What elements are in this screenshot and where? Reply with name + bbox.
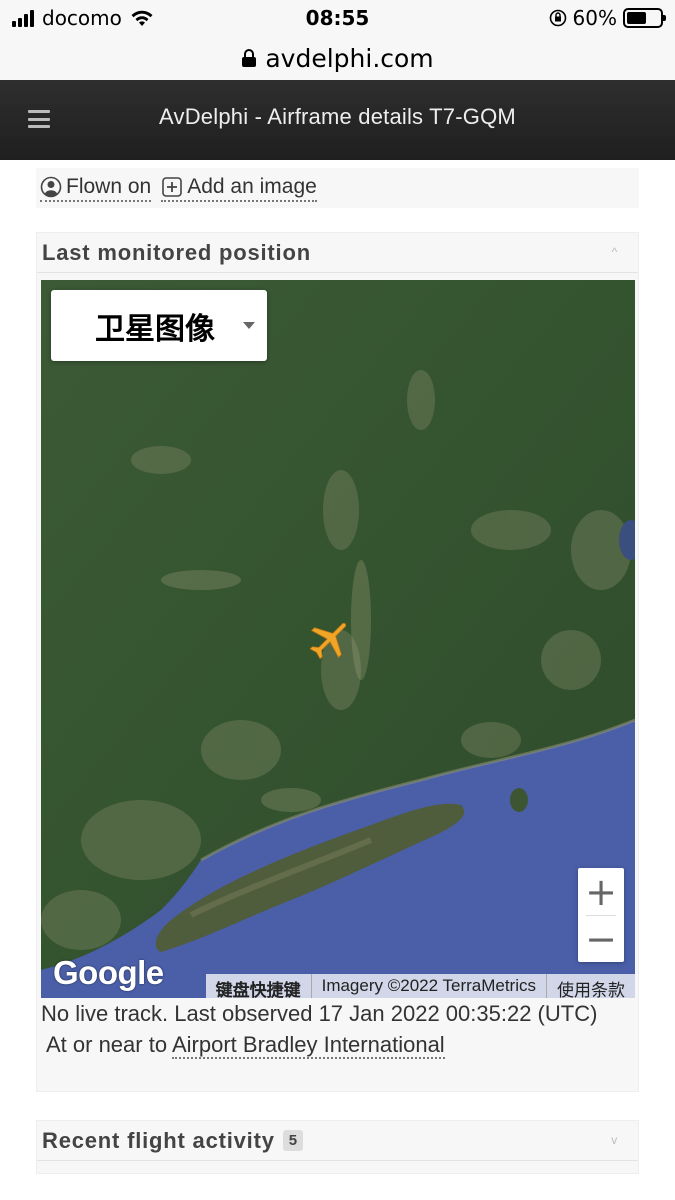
near-airport-line: At or near to Airport Bradley Internatio… — [41, 1029, 635, 1060]
activity-count-badge: 5 — [282, 1130, 304, 1151]
page-title: AvDelphi - Airframe details T7-GQM — [159, 104, 516, 129]
lock-icon — [242, 49, 257, 67]
map-type-label: 卫星图像 — [95, 311, 215, 347]
expand-caret-icon: v — [611, 1133, 618, 1147]
site-header: AvDelphi - Airframe details T7-GQM — [0, 80, 675, 160]
flown-on-link[interactable]: Flown on — [40, 174, 152, 202]
imagery-credit: Imagery ©2022 TerraMetrics — [310, 974, 546, 998]
add-image-link[interactable]: Add an image — [161, 175, 317, 202]
zoom-in-button[interactable]: + — [578, 868, 624, 915]
near-prefix: At or near to — [46, 1032, 168, 1057]
map-attribution: 键盘快捷键 Imagery ©2022 TerraMetrics 使用条款 — [205, 974, 635, 998]
battery-percent: 60% — [572, 6, 617, 30]
person-icon — [40, 176, 62, 197]
position-panel-title: Last monitored position — [42, 239, 311, 265]
add-image-label: Add an image — [187, 174, 317, 198]
address-bar[interactable]: avdelphi.com — [0, 36, 675, 80]
satellite-map[interactable]: 卫星图像 + − Google 键盘快捷键 Imagery ©2022 Terr… — [41, 280, 635, 998]
zoom-divider — [586, 915, 616, 916]
aircraft-marker-icon[interactable] — [307, 616, 353, 662]
keyboard-shortcuts-link[interactable]: 键盘快捷键 — [206, 974, 311, 998]
map-type-selector[interactable]: 卫星图像 — [51, 290, 267, 361]
url-text: avdelphi.com — [265, 43, 434, 73]
terms-of-use-link[interactable]: 使用条款 — [546, 974, 635, 998]
position-panel-header[interactable]: Last monitored position ^ — [37, 233, 638, 273]
battery-icon — [623, 8, 666, 28]
airport-link[interactable]: Airport Bradley International — [171, 1032, 445, 1059]
dropdown-arrow-icon — [243, 322, 255, 329]
status-right: 60% — [549, 6, 666, 30]
ios-status-bar: docomo 08:55 60% — [0, 0, 675, 36]
google-logo: Google — [53, 954, 164, 991]
plus-box-icon — [162, 176, 183, 197]
airframe-actions: Flown on Add an image — [36, 168, 639, 208]
position-status: No live track. Last observed 17 Jan 2022… — [41, 998, 635, 1060]
activity-panel-header[interactable]: Recent flight activity 5 v — [37, 1121, 638, 1161]
collapse-caret-icon: ^ — [611, 245, 618, 259]
zoom-out-button[interactable]: − — [578, 915, 624, 962]
zoom-control: + − — [578, 868, 624, 962]
last-observed-text: No live track. Last observed 17 Jan 2022… — [41, 1001, 598, 1026]
flown-on-label: Flown on — [66, 174, 152, 198]
orientation-lock-icon — [549, 9, 566, 27]
activity-panel: Recent flight activity 5 v — [36, 1120, 639, 1174]
activity-panel-title: Recent flight activity — [42, 1127, 275, 1153]
